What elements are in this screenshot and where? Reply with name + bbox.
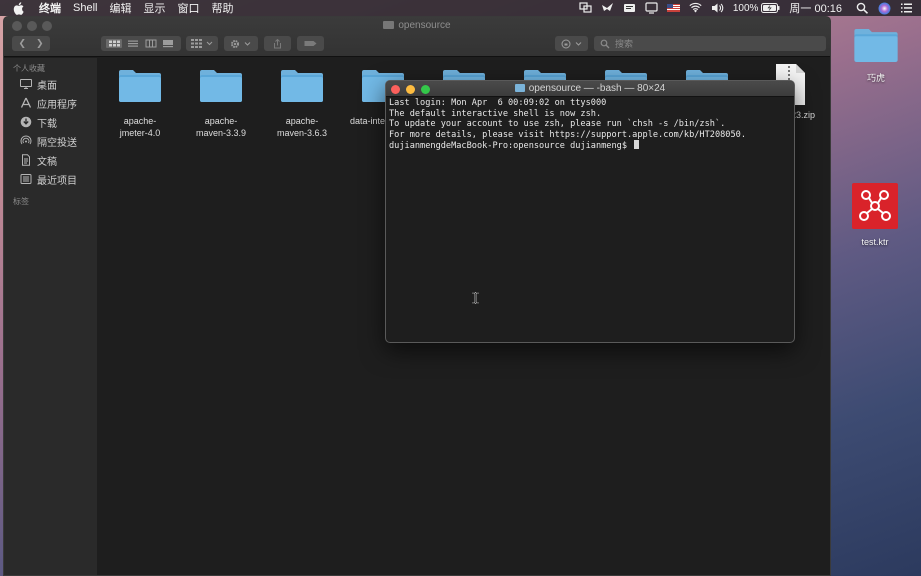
folder-name-line1: apache- (123, 116, 157, 126)
sidebar-item-desktop[interactable]: 桌面 (20, 77, 57, 92)
terminal-close-button[interactable] (391, 85, 400, 94)
ibeam-cursor-icon (472, 292, 479, 304)
terminal-line: To update your account to use zsh, pleas… (389, 119, 726, 129)
apple-menu-icon[interactable] (13, 1, 27, 15)
search-placeholder: 搜索 (615, 39, 634, 49)
notification-icon[interactable] (623, 2, 636, 14)
finder-toolbar: opensource ❮ ❯ 搜索 (4, 17, 830, 57)
terminal-zoom-button[interactable] (421, 85, 430, 94)
folder-icon (280, 68, 324, 103)
tag-icon (304, 41, 317, 46)
menu-window[interactable]: 窗口 (177, 0, 199, 16)
us-flag-icon[interactable] (666, 2, 680, 14)
group-by-button[interactable] (186, 36, 218, 51)
downloads-icon (20, 116, 32, 128)
sidebar-item-documents[interactable]: 文稿 (20, 153, 57, 168)
folder-name-line2: maven-3.6.3 (276, 128, 328, 138)
forward-arrow-icon[interactable]: ❯ (36, 38, 44, 49)
folder-icon (846, 27, 906, 68)
folder-item[interactable]: apache- maven-3.3.9 (186, 68, 256, 139)
volume-icon[interactable] (711, 2, 724, 14)
battery-charging-icon[interactable] (761, 3, 780, 13)
finder-search-field[interactable]: 搜索 (594, 36, 826, 51)
view-mode-buttons[interactable] (101, 36, 181, 51)
clock[interactable]: 周一 00:16 (789, 0, 842, 16)
folder-icon (118, 68, 162, 103)
notification-center-icon[interactable] (900, 2, 913, 14)
desktop-ktr-file[interactable]: test.ktr (845, 183, 905, 247)
menu-app-name[interactable]: 终端 (39, 0, 61, 16)
sidebar-item-downloads[interactable]: 下载 (20, 115, 57, 130)
share-button[interactable] (264, 36, 291, 51)
terminal-prompt-line[interactable]: dujianmengdeMacBook-Pro:opensource dujia… (389, 140, 791, 152)
wifi-icon[interactable] (689, 2, 702, 14)
desktop-folder-item[interactable]: 巧虎 (846, 27, 906, 84)
menu-bar: 终端 Shell 编辑 显示 窗口 帮助 100% 周一 00:16 (0, 0, 921, 16)
terminal-cursor (634, 140, 640, 149)
share-icon (274, 38, 281, 48)
terminal-window: opensource — -bash — 80×24 Last login: M… (385, 80, 795, 343)
battery-percent[interactable]: 100% (733, 3, 759, 14)
view-mode-icons[interactable] (106, 39, 176, 48)
folder-item[interactable]: apache- maven-3.6.3 (267, 68, 337, 139)
desktop-ktr-label: test.ktr (861, 237, 889, 247)
folder-name-line1: apache- (204, 116, 238, 126)
recents-icon (20, 174, 32, 184)
search-icon (600, 39, 610, 48)
terminal-output[interactable]: Last login: Mon Apr 6 00:09:02 on ttys00… (386, 97, 794, 153)
terminal-line: Last login: Mon Apr 6 00:09:02 on ttys00… (389, 98, 607, 108)
folder-icon (199, 68, 243, 103)
applications-icon (20, 97, 32, 108)
back-arrow-icon[interactable]: ❮ (18, 38, 26, 49)
gear-icon (231, 39, 251, 48)
terminal-prompt: dujianmengdeMacBook-Pro:opensource dujia… (389, 141, 633, 151)
back-forward-buttons[interactable]: ❮ ❯ (12, 36, 50, 51)
tags-button[interactable] (297, 36, 324, 51)
airdrop-icon (20, 135, 32, 145)
sidebar-item-recents[interactable]: 最近项目 (20, 172, 77, 187)
finder-window-title: opensource (4, 20, 830, 31)
folder-title-icon (383, 21, 395, 29)
sidebar-item-airdrop[interactable]: 隔空投送 (20, 134, 77, 149)
menu-help[interactable]: 帮助 (211, 0, 233, 16)
siri-icon[interactable] (878, 2, 891, 15)
terminal-line: The default interactive shell is now zsh… (389, 108, 602, 119)
documents-icon (22, 154, 30, 166)
terminal-title: opensource — -bash — 80×24 (528, 83, 666, 94)
folder-name-line2: jmeter-4.0 (119, 128, 161, 138)
dropbox-icon (561, 39, 581, 48)
sidebar-item-applications[interactable]: 应用程序 (20, 96, 77, 111)
terminal-title-bar: opensource — -bash — 80×24 (386, 81, 794, 97)
spotlight-search-icon[interactable] (856, 2, 869, 14)
menu-edit[interactable]: 编辑 (109, 0, 131, 16)
dropbox-menu-button[interactable] (555, 36, 588, 51)
folder-name-line2: maven-3.3.9 (195, 128, 247, 138)
screen-mirror-icon[interactable] (579, 2, 592, 14)
sidebar-favorites-heading: 个人收藏 (13, 64, 45, 73)
folder-title-icon (514, 84, 525, 92)
cast-icon[interactable] (645, 2, 658, 14)
bird-menu-icon[interactable] (601, 2, 614, 14)
desktop-folder-label: 巧虎 (866, 73, 885, 83)
menu-shell[interactable]: Shell (73, 2, 97, 14)
terminal-line: For more details, please visit https://s… (389, 129, 746, 140)
folder-item[interactable]: apache- jmeter-4.0 (105, 68, 175, 139)
kettle-file-icon (845, 183, 905, 234)
finder-sidebar: 个人收藏 桌面 应用程序 下载 隔空投送 文稿 最近项目 标签 (4, 58, 97, 575)
folder-name-line1: apache- (285, 116, 319, 126)
terminal-minimize-button[interactable] (406, 85, 415, 94)
desktop-icon (20, 79, 32, 89)
sidebar-tags-heading: 标签 (13, 197, 29, 206)
action-gear-button[interactable] (224, 36, 258, 51)
group-grid-icon (191, 39, 213, 48)
menu-view[interactable]: 显示 (143, 0, 165, 16)
